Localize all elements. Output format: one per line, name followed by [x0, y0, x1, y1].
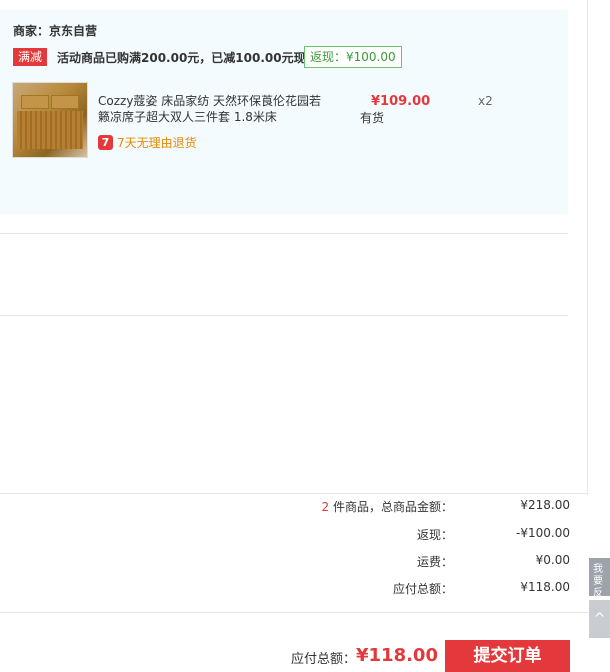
feedback-button[interactable]: 我要反馈 [589, 558, 610, 596]
product-image[interactable] [12, 82, 88, 158]
goods-total-label-text: 件商品，总商品金额： [329, 500, 453, 514]
back-to-top-button[interactable]: ^ [589, 600, 610, 638]
footer-divider [0, 612, 588, 613]
goods-total-value: ¥218.00 [520, 498, 570, 512]
pillow-shape [51, 95, 79, 109]
item-price: ¥109.00 [371, 94, 431, 109]
rebate-row: 返现： -¥100.00 [0, 526, 570, 542]
stock-status: 有货 [360, 111, 385, 125]
seller-name: 商家：京东自营 [13, 24, 98, 38]
shipping-row: 运费： ¥0.00 [0, 553, 570, 569]
return-policy-text: 7天无理由退货 [117, 136, 197, 150]
rebate-badge: 返现：¥100.00 [304, 46, 402, 68]
goods-total-label: 2 件商品，总商品金额： [322, 498, 453, 515]
divider [0, 233, 568, 234]
divider [0, 315, 568, 316]
seven-day-return-icon: 7 [98, 135, 113, 150]
pay-total-amount: ¥118.00 [356, 645, 438, 666]
promo-tag: 满减 [13, 48, 47, 66]
payable-value: ¥118.00 [520, 580, 570, 594]
return-policy: 7 7天无理由退货 [98, 134, 197, 152]
goods-total-row: 2 件商品，总商品金额： ¥218.00 [0, 498, 570, 514]
rebate-label: 返现： [416, 528, 453, 542]
summary-divider [0, 493, 588, 494]
item-quantity: x2 [478, 94, 493, 108]
right-divider [587, 0, 588, 495]
payable-row: 应付总额： ¥118.00 [0, 580, 570, 596]
shipping-value: ¥0.00 [535, 553, 570, 567]
shipping-label: 运费： [416, 555, 453, 569]
arrow-up-icon: ^ [593, 611, 606, 627]
product-name-link[interactable]: Cozzy蔻姿 床品家纺 天然环保莨伦花园若籁凉席子超大双人三件套 1.8米床 [98, 93, 333, 125]
payable-label: 应付总额： [392, 582, 453, 596]
pay-total-label: 应付总额： [291, 652, 357, 667]
shop-order-panel: 商家：京东自营 满减 活动商品已购满200.00元，已减100.00元现金 返现… [0, 10, 568, 214]
mat-shape [17, 111, 83, 149]
promo-text: 活动商品已购满200.00元，已减100.00元现金 [57, 51, 318, 65]
rebate-value: -¥100.00 [516, 526, 570, 540]
pillow-shape [21, 95, 49, 109]
submit-order-button[interactable]: 提交订单 [445, 640, 570, 672]
